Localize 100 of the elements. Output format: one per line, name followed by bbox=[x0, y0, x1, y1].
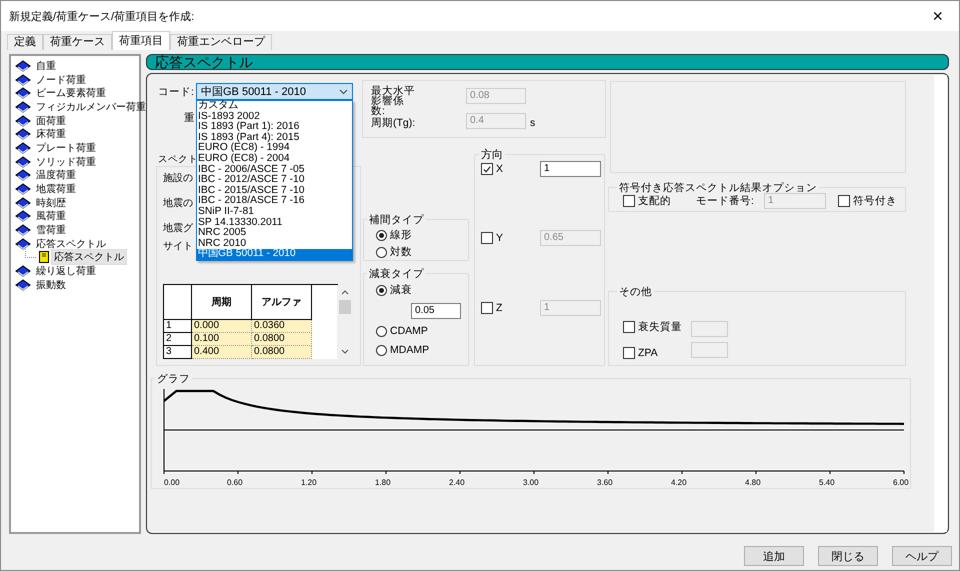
input-field[interactable]: 0.05 bbox=[411, 303, 461, 319]
tree-item[interactable]: 時刻歴 bbox=[34, 196, 68, 210]
book-icon bbox=[15, 156, 31, 168]
checkbox[interactable] bbox=[623, 321, 635, 333]
dropdown-option[interactable]: IS 1893 (Part 4): 2015 bbox=[197, 132, 352, 144]
caret-icon[interactable] bbox=[340, 290, 348, 295]
field-label: 最大水平影響係数: bbox=[371, 86, 416, 116]
tree-item[interactable]: ノード荷重 bbox=[34, 72, 88, 87]
tree-item[interactable]: 床荷重 bbox=[34, 127, 68, 142]
radio-label: 対数 bbox=[390, 245, 412, 259]
tree-item[interactable]: プレート荷重 bbox=[34, 140, 98, 155]
input-field[interactable] bbox=[691, 321, 728, 337]
book-icon bbox=[15, 238, 31, 250]
dropdown-option[interactable]: SP 14.13330.2011 bbox=[197, 218, 352, 228]
tab[interactable]: 荷重項目 bbox=[112, 31, 170, 50]
tab[interactable]: 荷重エンベロープ bbox=[170, 34, 272, 50]
dropdown-option[interactable]: IBC - 2006/ASCE 7 -05 bbox=[197, 164, 352, 176]
dialog-button[interactable]: ヘルプ bbox=[892, 546, 952, 566]
checkbox[interactable] bbox=[623, 347, 635, 359]
radio-button[interactable] bbox=[376, 344, 387, 356]
axis-label: 1.20 bbox=[301, 478, 317, 487]
book-icon bbox=[15, 265, 31, 278]
close-button[interactable]: × bbox=[928, 7, 947, 25]
group-title: グラフ bbox=[155, 372, 192, 386]
axis-label: 4.20 bbox=[671, 478, 687, 487]
dropdown-option[interactable]: IS 1893 (Part 1): 2016 bbox=[197, 122, 352, 133]
book-icon bbox=[15, 87, 31, 100]
group-title: 方向 bbox=[479, 147, 505, 162]
book-icon bbox=[15, 128, 31, 140]
tree-item[interactable]: 自重 bbox=[34, 58, 58, 73]
tree-item[interactable]: 応答スペクトル bbox=[34, 236, 108, 251]
tree-item[interactable]: 地震荷重 bbox=[34, 182, 78, 196]
caret-icon[interactable] bbox=[340, 349, 348, 354]
scrollbar-thumb[interactable] bbox=[338, 300, 350, 314]
code-dropdown[interactable]: 中国GB 50011 - 2010 bbox=[196, 83, 353, 100]
dropdown-option[interactable]: IBC - 2015/ASCE 7 -10 bbox=[197, 186, 352, 196]
checkbox[interactable] bbox=[623, 195, 635, 207]
dialog-button[interactable]: 追加 bbox=[744, 546, 804, 566]
checkbox-label: 衰失質量 bbox=[638, 320, 682, 334]
field-label: モード番号: bbox=[696, 194, 754, 208]
checkbox-label: Z bbox=[496, 302, 502, 314]
unit-label: s bbox=[530, 117, 536, 129]
group-title: 符号付き応答スペクトル結果オプション bbox=[617, 181, 819, 195]
field-label: 施設の bbox=[163, 172, 193, 185]
table-cell[interactable]: 0.0800 bbox=[252, 346, 312, 359]
table-cell[interactable]: 0.000 bbox=[192, 320, 252, 333]
chevron-icon bbox=[339, 88, 348, 94]
tree-item[interactable]: フィジカルメンバー荷重 bbox=[34, 100, 148, 114]
book-icon bbox=[15, 183, 31, 196]
tree-item[interactable]: 振動数 bbox=[34, 278, 68, 292]
group-title: 補間タイプ bbox=[367, 213, 426, 227]
input-field[interactable] bbox=[691, 342, 728, 358]
dropdown-option[interactable]: IBC - 2012/ASCE 7 -10 bbox=[197, 175, 352, 186]
dropdown-option[interactable]: IBC - 2018/ASCE 7 -16 bbox=[197, 196, 352, 207]
radio-button[interactable] bbox=[376, 284, 387, 296]
dropdown-option[interactable]: EURO (EC8) - 2004 bbox=[197, 154, 352, 165]
book-icon bbox=[15, 196, 31, 209]
table-cell[interactable]: 0.0360 bbox=[252, 320, 312, 333]
axis-label: 4.80 bbox=[745, 478, 761, 487]
checkbox[interactable] bbox=[838, 195, 850, 207]
tree-item[interactable]: 応答スペクトル bbox=[52, 250, 126, 264]
axis-label: 0.60 bbox=[227, 478, 243, 487]
axis-label: 6.00 bbox=[893, 478, 909, 487]
checkbox-label: Y bbox=[496, 232, 504, 244]
tree-item[interactable]: 温度荷重 bbox=[34, 168, 78, 182]
table-cell[interactable]: 0.100 bbox=[192, 333, 252, 346]
radio-label: 減衰 bbox=[390, 283, 412, 297]
dropdown-option[interactable]: IS-1893 2002 bbox=[197, 112, 352, 122]
tab[interactable]: 荷重ケース bbox=[43, 34, 112, 50]
dropdown-option[interactable]: EURO (EC8) - 1994 bbox=[197, 143, 352, 154]
dialog-button[interactable]: 閉じる bbox=[818, 546, 878, 566]
tree-item[interactable]: 繰り返し荷重 bbox=[34, 264, 98, 278]
dropdown-option[interactable]: SNiP II-7-81 bbox=[197, 206, 352, 218]
code-label: コード: bbox=[158, 85, 194, 99]
table-cell[interactable]: 0.400 bbox=[192, 346, 252, 359]
checkbox-label: X bbox=[496, 163, 504, 175]
book-icon bbox=[15, 74, 31, 86]
radio-button[interactable] bbox=[376, 326, 387, 336]
tree-item[interactable]: 雪荷重 bbox=[34, 223, 68, 238]
radio-label: CDAMP bbox=[390, 325, 428, 337]
table-cell[interactable]: 0.0800 bbox=[252, 333, 312, 346]
tree-item[interactable]: 面荷重 bbox=[34, 114, 68, 128]
dropdown-option[interactable]: NRC 2010 bbox=[197, 238, 352, 250]
field-label: 周期(Tg): bbox=[371, 118, 416, 128]
radio-button[interactable] bbox=[376, 230, 387, 240]
checkbox[interactable] bbox=[481, 163, 493, 175]
input-field[interactable]: 1 bbox=[540, 161, 601, 177]
dropdown-option[interactable]: NRC 2005 bbox=[197, 228, 352, 239]
tree-item[interactable]: ソリッド荷重 bbox=[34, 154, 98, 169]
tree-item[interactable]: 風荷重 bbox=[34, 209, 68, 224]
tree-item[interactable]: ビーム要素荷重 bbox=[34, 86, 108, 100]
window-title: 新規定義/荷重ケース/荷重項目を作成: bbox=[9, 10, 194, 24]
tab[interactable]: 定義 bbox=[7, 34, 43, 50]
book-icon bbox=[15, 114, 31, 127]
book-icon bbox=[15, 224, 31, 236]
book-icon bbox=[15, 60, 31, 72]
dropdown-option[interactable]: カスタム bbox=[197, 101, 352, 112]
radio-button[interactable] bbox=[376, 246, 387, 258]
axis-label: 5.40 bbox=[819, 478, 835, 487]
book-icon bbox=[15, 278, 31, 291]
